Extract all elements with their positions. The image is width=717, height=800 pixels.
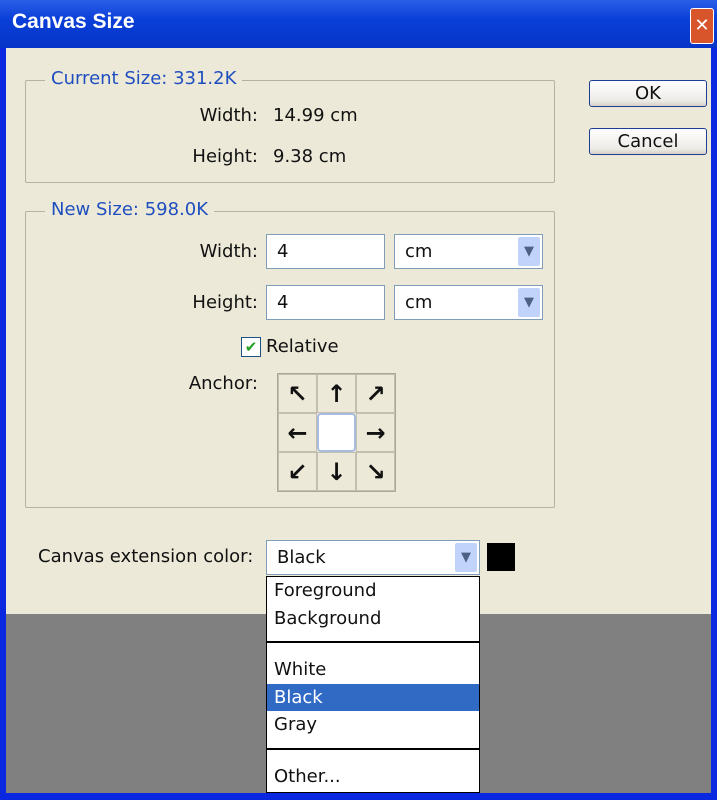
relative-checkbox[interactable]: ✔ [241, 337, 261, 357]
anchor-arrow-sw-icon[interactable]: ↙ [278, 452, 317, 491]
dialog-title: Canvas Size [12, 10, 135, 33]
option-background[interactable]: Background [267, 605, 479, 633]
anchor-grid: ↖ ↑ ↗ ← → ↙ ↓ ↘ [277, 373, 396, 492]
option-gray[interactable]: Gray [267, 711, 479, 739]
close-icon[interactable]: ✕ [690, 8, 714, 44]
height-unit-value: cm [405, 292, 433, 313]
separator [267, 747, 479, 750]
option-other[interactable]: Other... [267, 763, 479, 791]
extension-color-select[interactable]: Black ▼ [266, 540, 480, 575]
new-size-legend: New Size: 598.0K [45, 199, 215, 220]
current-size-group [25, 80, 555, 183]
extension-color-value: Black [277, 547, 326, 568]
current-width-value: 14.99 cm [273, 105, 358, 126]
anchor-arrow-w-icon[interactable]: ← [278, 413, 317, 452]
anchor-arrow-se-icon[interactable]: ↘ [356, 452, 395, 491]
anchor-arrow-ne-icon[interactable]: ↗ [356, 374, 395, 413]
new-width-label: Width: [199, 241, 258, 262]
current-size-legend: Current Size: 331.2K [45, 68, 243, 89]
current-width-label: Width: [199, 105, 258, 126]
anchor-arrow-s-icon[interactable]: ↓ [317, 452, 356, 491]
relative-label[interactable]: Relative [266, 336, 339, 357]
anchor-arrow-n-icon[interactable]: ↑ [317, 374, 356, 413]
height-unit-select[interactable]: cm ▼ [394, 285, 543, 320]
extension-color-label: Canvas extension color: [38, 546, 254, 567]
new-height-label: Height: [192, 292, 258, 313]
cancel-button[interactable]: Cancel [589, 128, 707, 155]
current-height-label: Height: [192, 146, 258, 167]
current-height-value: 9.38 cm [273, 146, 347, 167]
extension-color-dropdown-list: Foreground Background White Black Gray O… [266, 576, 480, 793]
option-black[interactable]: Black [267, 683, 479, 711]
width-input[interactable]: 4 [266, 234, 385, 269]
anchor-center[interactable] [317, 413, 356, 452]
option-white[interactable]: White [267, 656, 479, 684]
ok-button[interactable]: OK [589, 80, 707, 107]
chevron-down-icon[interactable]: ▼ [518, 237, 540, 266]
anchor-arrow-nw-icon[interactable]: ↖ [278, 374, 317, 413]
width-unit-select[interactable]: cm ▼ [394, 234, 543, 269]
anchor-label: Anchor: [188, 373, 258, 394]
chevron-down-icon[interactable]: ▼ [518, 288, 540, 317]
option-foreground[interactable]: Foreground [267, 577, 479, 605]
width-unit-value: cm [405, 241, 433, 262]
chevron-down-icon[interactable]: ▼ [455, 543, 477, 572]
height-input[interactable]: 4 [266, 285, 385, 320]
separator [267, 641, 479, 643]
color-swatch[interactable] [487, 543, 515, 571]
anchor-arrow-e-icon[interactable]: → [356, 413, 395, 452]
